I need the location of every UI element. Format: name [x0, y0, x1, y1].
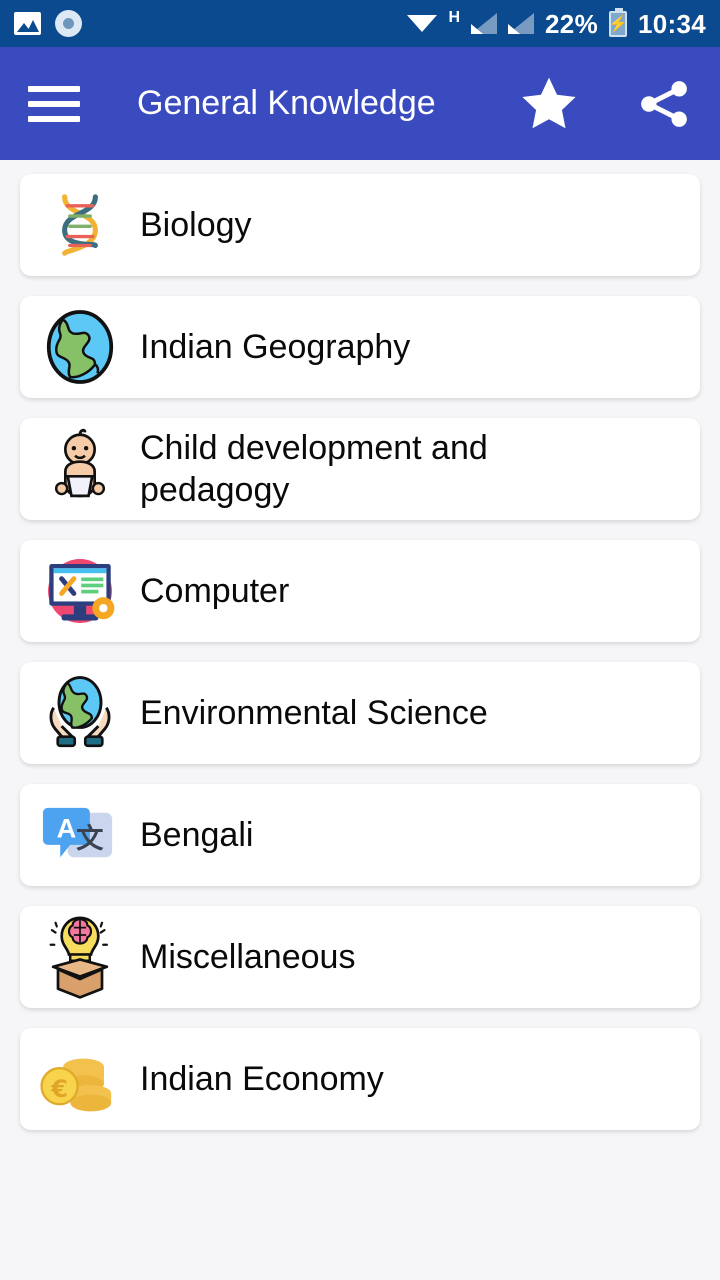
- svg-text:文: 文: [76, 822, 104, 854]
- screen-record-icon: [55, 10, 82, 37]
- list-item-label: Indian Economy: [140, 1059, 384, 1098]
- translate-icon: A 文: [20, 795, 140, 875]
- list-item[interactable]: Miscellaneous: [20, 906, 700, 1008]
- signal-bars-sim2-icon: [508, 13, 535, 34]
- network-type-label: H: [448, 8, 461, 26]
- star-icon[interactable]: [518, 73, 580, 135]
- list-item-label: Miscellaneous: [140, 937, 356, 976]
- computer-repair-icon: [20, 551, 140, 631]
- list-item-label: Computer: [140, 571, 290, 610]
- list-item[interactable]: Environmental Science: [20, 662, 700, 764]
- signal-bars-sim1-icon: [471, 13, 498, 34]
- app-screen: H 22% ⚡ 10:34 General Knowledge Biology …: [0, 0, 720, 1280]
- list-item[interactable]: € Indian Economy: [20, 1028, 700, 1130]
- list-item[interactable]: A 文 Bengali: [20, 784, 700, 886]
- app-bar: General Knowledge: [0, 47, 720, 160]
- list-item[interactable]: Biology: [20, 174, 700, 276]
- coins-icon: €: [20, 1042, 140, 1116]
- svg-text:A: A: [57, 812, 77, 843]
- globe-icon: [20, 307, 140, 387]
- list-item[interactable]: Computer: [20, 540, 700, 642]
- hamburger-menu-icon[interactable]: [28, 84, 80, 124]
- status-bar-right: H 22% ⚡ 10:34: [407, 7, 706, 39]
- photo-icon: [14, 12, 41, 35]
- clock-label: 10:34: [638, 8, 706, 39]
- list-item-label: Bengali: [140, 815, 254, 854]
- status-bar: H 22% ⚡ 10:34: [0, 0, 720, 47]
- category-list: Biology Indian Geography Child developme…: [0, 160, 720, 1130]
- status-bar-left: [14, 10, 82, 37]
- baby-icon: [20, 425, 140, 513]
- list-item-label: Indian Geography: [140, 327, 411, 366]
- dna-icon: [20, 184, 140, 266]
- wifi-icon: [407, 13, 438, 35]
- list-item[interactable]: Child development and pedagogy: [20, 418, 700, 520]
- list-item[interactable]: Indian Geography: [20, 296, 700, 398]
- list-item-label: Child development and pedagogy: [140, 428, 488, 510]
- svg-text:€: €: [50, 1075, 68, 1103]
- battery-percent-label: 22%: [545, 8, 598, 39]
- brain-lightbulb-box-icon: [20, 913, 140, 1001]
- share-icon[interactable]: [636, 75, 692, 133]
- earth-in-hands-icon: [20, 671, 140, 755]
- app-bar-actions: [518, 73, 692, 135]
- list-item-label: Biology: [140, 205, 252, 244]
- battery-charging-icon: ⚡: [608, 7, 628, 37]
- page-title: General Knowledge: [137, 84, 436, 122]
- list-item-label: Environmental Science: [140, 693, 488, 732]
